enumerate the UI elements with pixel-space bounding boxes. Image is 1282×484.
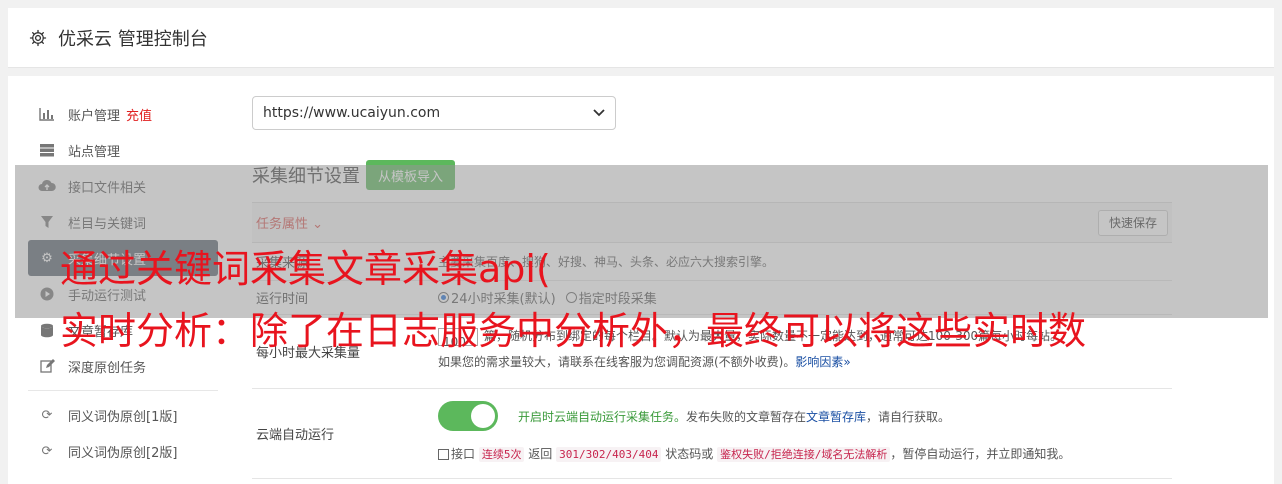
database-icon: [38, 322, 56, 338]
article-store-link[interactable]: 文章暂存库: [806, 410, 866, 424]
code-consecutive: 连续5次: [478, 447, 525, 462]
sidebar-item-synonym-v2[interactable]: ⟳ 同义词伪原创[2版]: [28, 433, 218, 469]
site-select-value: https://www.ucaiyun.com: [263, 105, 441, 121]
cloud-text: 开启时云端自动运行采集任务。发布失败的文章暂存在文章暂存库，请自行获取。: [518, 409, 951, 424]
server-icon: [38, 142, 56, 158]
toggle-knob: [471, 404, 495, 428]
cogs-icon: ⚙: [41, 250, 53, 266]
sidebar-item-label: 深度原创任务: [68, 360, 147, 376]
sidebar-item-label: 栏目与关键词: [68, 216, 147, 232]
api-pause-checkbox[interactable]: [438, 449, 449, 460]
sidebar-item-label: 站点管理: [68, 144, 121, 160]
cloud-on-text: 开启时云端自动运行采集任务。: [518, 409, 687, 424]
top-header: 优采云 管理控制台: [8, 8, 1274, 68]
watermark-line-1: 通过关键词采集文章采集api(: [60, 247, 551, 291]
sidebar-item-label: 接口文件相关: [68, 180, 147, 196]
sidebar-item-deep-original[interactable]: 深度原创任务: [28, 348, 218, 384]
sidebar-item-sites[interactable]: 站点管理: [28, 132, 218, 168]
play-circle-icon: [38, 286, 56, 302]
sidebar-item-label: 同义词伪原创[2版]: [68, 445, 178, 461]
max-note: 如果您的需求量较大，请联系在线客服为您调配资源(不额外收费)。: [438, 355, 796, 369]
row-cloud-auto: 云端自动运行 开启时云端自动运行采集任务。发布失败的文章暂存在文章暂存库，请自行…: [252, 389, 1172, 479]
influence-factors-link[interactable]: 影响因素: [795, 355, 843, 369]
sidebar-item-columns[interactable]: 栏目与关键词: [28, 204, 218, 240]
gear-icon: [28, 28, 48, 48]
radio-dot: [565, 292, 577, 303]
page-title: 优采云 管理控制台: [58, 28, 208, 50]
radio-dot: [438, 292, 449, 303]
code-status: 301/302/403/404: [556, 447, 662, 462]
runtime-period-radio[interactable]: 指定时段采集: [565, 288, 657, 307]
chevron-down-icon: [593, 107, 605, 120]
sidebar-item-label: 账户管理: [68, 108, 121, 124]
sidebar-item-label: 同义词伪原创[1版]: [68, 409, 178, 425]
refresh-icon: ⟳: [41, 443, 53, 459]
edit-icon: [38, 358, 56, 374]
section-title: 采集细节设置: [252, 166, 360, 187]
tab-bar: 任务属性 ⌄ 快速保存: [252, 203, 1172, 243]
cloud-upload-icon: [38, 178, 56, 194]
site-select[interactable]: https://www.ucaiyun.com: [252, 96, 616, 130]
recharge-link[interactable]: 充值: [126, 105, 152, 124]
row-value: 开启时云端自动运行采集任务。发布失败的文章暂存在文章暂存库，请自行获取。 接口 …: [438, 389, 1172, 478]
sidebar-divider: [28, 390, 218, 391]
refresh-icon: ⟳: [41, 407, 53, 423]
watermark-line-2: 实时分析：除了在日志服务中分析外，最终可以将这些实时数: [60, 309, 1087, 353]
import-template-button[interactable]: 从模板导入: [366, 160, 456, 190]
sidebar-item-account[interactable]: 账户管理 充值: [28, 96, 218, 132]
cloud-auto-toggle[interactable]: [438, 401, 498, 431]
quick-save-button[interactable]: 快速保存: [1097, 209, 1168, 236]
chevrons-down-icon: »: [843, 355, 851, 369]
row-label: 云端自动运行: [256, 428, 335, 443]
filter-icon: [38, 214, 56, 230]
api-line: 接口 连续5次 返回 301/302/403/404 状态码或 鉴权失败/拒绝连…: [438, 445, 1172, 462]
section-header: 采集细节设置 从模板导入: [252, 160, 1172, 190]
code-errors: 鉴权失败/拒绝连接/域名无法解析: [717, 447, 891, 462]
cloud-line: 开启时云端自动运行采集任务。发布失败的文章暂存在文章暂存库，请自行获取。: [438, 401, 1172, 431]
sidebar-item-synonym-v1[interactable]: ⟳ 同义词伪原创[1版]: [28, 397, 218, 433]
chevron-down-icon: ⌄: [312, 217, 324, 232]
sidebar-item-interface[interactable]: 接口文件相关: [28, 168, 218, 204]
bar-chart-icon: [38, 106, 56, 122]
tab-task-properties[interactable]: 任务属性 ⌄: [256, 213, 323, 232]
